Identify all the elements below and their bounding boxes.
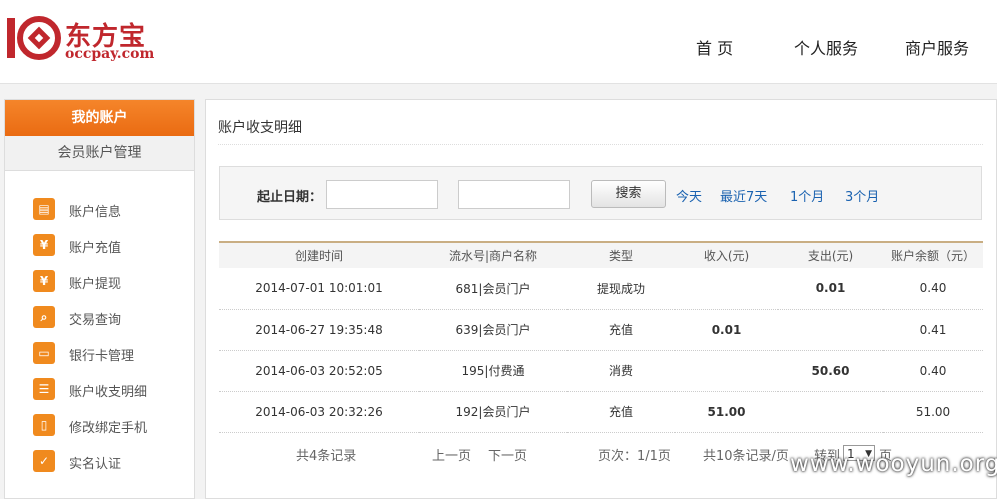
sidebar-item-label: 账户信息	[69, 205, 122, 220]
sidebar-item-label: 银行卡管理	[69, 349, 135, 364]
sidebar-item-label: 账户收支明细	[69, 385, 148, 400]
phone-icon: ▯	[33, 414, 55, 436]
magnifier-icon: ⌕	[33, 306, 55, 328]
per-page-info: 共10条记录/页	[703, 449, 789, 464]
cell-type: 消费	[608, 364, 633, 378]
sidebar-title[interactable]: 我的账户	[5, 100, 194, 136]
table-header-row: 创建时间 流水号|商户名称 类型 收入(元) 支出(元) 账户余额（元）	[219, 242, 983, 268]
cell-income	[675, 268, 778, 309]
site-header: 东方宝 occpay.com 首 页 个人服务 商户服务	[0, 0, 997, 84]
sidebar-item-label: 实名认证	[69, 457, 122, 472]
sidebar-item-real-name[interactable]: ✓ 实名认证	[33, 448, 183, 476]
logo-text-en: occpay.com	[65, 46, 155, 62]
sidebar-item-label: 交易查询	[69, 313, 122, 328]
sidebar-item-label: 账户充值	[69, 241, 122, 256]
table-row: 2014-06-27 19:35:48 639|会员门户 充值 0.01 0.4…	[219, 309, 983, 350]
sidebar: 我的账户 会员账户管理 ▤ 账户信息 ¥ 账户充值 ¥ 账户提现 ⌕ 交易查询 …	[4, 99, 195, 499]
cell-expense: 50.60	[811, 363, 850, 378]
table-row: 2014-06-03 20:32:26 192|会员门户 充值 51.00 51…	[219, 391, 983, 432]
sidebar-item-label: 账户提现	[69, 277, 122, 292]
filter-1month-link[interactable]: 1个月	[790, 186, 824, 205]
cell-serial: 681|会员门户	[455, 281, 531, 296]
filter-3months-link[interactable]: 3个月	[845, 186, 879, 205]
prev-page-link[interactable]: 上一页	[432, 445, 471, 464]
col-header-balance: 账户余额（元）	[890, 249, 975, 263]
verify-icon: ✓	[33, 450, 55, 472]
cell-expense	[778, 309, 883, 350]
cell-income: 51.00	[707, 404, 746, 419]
nav-merchant-service[interactable]: 商户服务	[905, 35, 969, 59]
next-page-link[interactable]: 下一页	[488, 445, 527, 464]
cell-balance: 0.41	[919, 322, 947, 337]
table-row: 2014-06-03 20:52:05 195|付费通 消费 50.60 0.4…	[219, 350, 983, 391]
cell-time: 2014-06-03 20:52:05	[255, 363, 383, 378]
cell-serial: 195|付费通	[461, 364, 525, 378]
yen-icon: ¥	[33, 234, 55, 256]
col-header-serial: 流水号|商户名称	[448, 249, 538, 263]
watermark: www.wooyun.org	[790, 451, 997, 477]
sidebar-item-statement[interactable]: ☰ 账户收支明细	[33, 376, 183, 404]
cell-balance: 0.40	[919, 281, 947, 296]
id-card-icon: ▤	[33, 198, 55, 220]
filter-7days-link[interactable]: 最近7天	[720, 186, 767, 205]
cell-balance: 0.40	[919, 363, 947, 378]
start-date-input[interactable]	[326, 180, 438, 209]
cell-serial: 639|会员门户	[455, 323, 531, 337]
bank-card-icon: ▭	[33, 342, 55, 364]
withdraw-icon: ¥	[33, 270, 55, 292]
cell-time: 2014-06-27 19:35:48	[255, 322, 383, 337]
main-panel: 账户收支明细 起止日期： 搜索 今天 最近7天 1个月 3个月 创建时间 流水号…	[205, 99, 997, 499]
cell-income: 0.01	[711, 322, 742, 337]
cell-income	[675, 350, 778, 391]
title-divider	[218, 144, 983, 145]
logo-mark-icon	[7, 16, 61, 60]
sidebar-item-recharge[interactable]: ¥ 账户充值	[33, 232, 183, 260]
filter-today-link[interactable]: 今天	[676, 186, 702, 205]
statement-table: 创建时间 流水号|商户名称 类型 收入(元) 支出(元) 账户余额（元） 201…	[219, 241, 983, 433]
col-header-time: 创建时间	[294, 249, 343, 263]
sidebar-item-transaction-query[interactable]: ⌕ 交易查询	[33, 304, 183, 332]
list-icon: ☰	[33, 378, 55, 400]
sidebar-item-withdraw[interactable]: ¥ 账户提现	[33, 268, 183, 296]
nav-personal-service[interactable]: 个人服务	[794, 35, 858, 59]
search-button[interactable]: 搜索	[591, 180, 666, 208]
logo[interactable]: 东方宝 occpay.com	[5, 12, 155, 67]
cell-balance: 51.00	[915, 404, 951, 419]
cell-time: 2014-07-01 10:01:01	[255, 281, 383, 296]
sidebar-item-bank-card[interactable]: ▭ 银行卡管理	[33, 340, 183, 368]
table-row: 2014-07-01 10:01:01 681|会员门户 提现成功 0.01 0…	[219, 268, 983, 309]
cell-time: 2014-06-03 20:32:26	[255, 404, 383, 419]
cell-type: 充值	[608, 323, 633, 337]
cell-type: 充值	[608, 405, 633, 419]
total-records: 共4条记录	[296, 449, 357, 464]
nav-home[interactable]: 首 页	[696, 35, 733, 59]
sidebar-item-label: 修改绑定手机	[69, 421, 148, 436]
sidebar-item-account-info[interactable]: ▤ 账户信息	[33, 196, 183, 224]
date-range-label: 起止日期：	[257, 190, 323, 205]
end-date-input[interactable]	[458, 180, 570, 209]
col-header-expense: 支出(元)	[807, 249, 854, 263]
page-title: 账户收支明细	[218, 120, 302, 136]
cell-expense: 0.01	[815, 281, 846, 296]
sidebar-item-change-phone[interactable]: ▯ 修改绑定手机	[33, 412, 183, 440]
col-header-income: 收入(元)	[703, 249, 750, 263]
cell-expense	[778, 391, 883, 432]
search-bar: 起止日期： 搜索 今天 最近7天 1个月 3个月	[219, 166, 982, 220]
cell-serial: 192|会员门户	[455, 405, 531, 419]
col-header-type: 类型	[608, 249, 633, 263]
cell-type: 提现成功	[596, 281, 645, 296]
page-info: 页次：1/1页	[598, 449, 671, 464]
sidebar-subtitle[interactable]: 会员账户管理	[5, 136, 194, 171]
